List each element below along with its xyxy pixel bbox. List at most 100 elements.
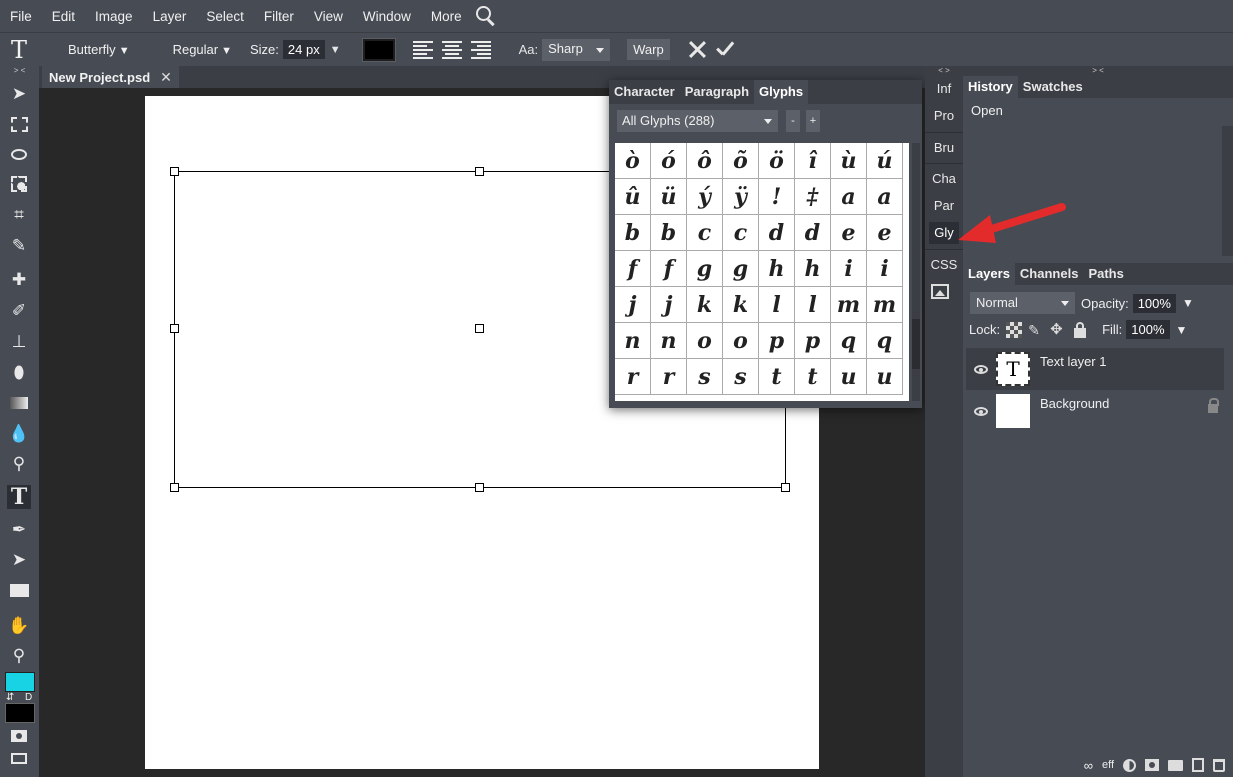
glyph-cell[interactable]: c — [723, 215, 759, 251]
antialias-select[interactable]: Sharp — [542, 38, 611, 61]
font-family-dropdown[interactable]: Butterfly ▼ — [68, 42, 130, 57]
link-icon[interactable]: ∞ — [1084, 758, 1093, 773]
lock-all-icon[interactable] — [1072, 321, 1088, 338]
info-panel-button[interactable]: Inf — [929, 78, 959, 100]
font-style-dropdown[interactable]: Regular ▼ — [173, 42, 232, 57]
transform-handle[interactable] — [170, 167, 179, 176]
type-tool-icon[interactable]: T — [7, 484, 31, 510]
glyph-cell[interactable]: j — [615, 287, 651, 323]
character-panel-button[interactable]: Cha — [929, 168, 959, 190]
glyph-cell[interactable]: n — [615, 323, 651, 359]
align-left-button[interactable] — [412, 40, 433, 59]
menu-filter[interactable]: Filter — [254, 9, 304, 24]
align-center-button[interactable] — [441, 40, 462, 59]
glyph-cell[interactable]: a — [867, 179, 903, 215]
swap-colors-icon[interactable]: ⇵ — [6, 692, 14, 703]
history-scrollbar[interactable] — [1222, 126, 1233, 256]
crop-tool-icon[interactable]: ⌗ — [7, 203, 31, 227]
glyph-cell[interactable]: r — [651, 359, 687, 395]
move-tool-icon[interactable]: ➤ — [7, 82, 31, 106]
new-layer-icon[interactable] — [1192, 758, 1204, 772]
glyph-set-select[interactable]: All Glyphs (288) — [617, 110, 778, 132]
document-tab[interactable]: New Project.psd ✕ — [42, 66, 179, 88]
layer-row[interactable]: Background — [966, 390, 1224, 432]
lock-paint-icon[interactable]: ✎ — [1028, 322, 1044, 338]
glyph-cell[interactable]: q — [831, 323, 867, 359]
tab-paths[interactable]: Paths — [1083, 263, 1128, 285]
hand-tool-icon[interactable]: ✋ — [7, 614, 31, 638]
background-color-swatch[interactable] — [5, 703, 35, 723]
glyph-cell[interactable]: ö — [759, 143, 795, 179]
pen-tool-icon[interactable]: ✒ — [7, 518, 31, 542]
lasso-tool-icon[interactable] — [7, 142, 31, 166]
transform-handle[interactable] — [781, 483, 790, 492]
warp-button[interactable]: Warp — [627, 39, 670, 60]
path-selection-tool-icon[interactable]: ➤ — [7, 548, 31, 572]
eye-icon[interactable] — [974, 364, 988, 374]
glyph-cell[interactable]: o — [723, 323, 759, 359]
dodge-tool-icon[interactable]: ⚲ — [7, 452, 31, 476]
lock-transparency-icon[interactable] — [1006, 321, 1023, 338]
adjustment-icon[interactable] — [1123, 758, 1136, 772]
glyph-cell[interactable]: i — [831, 251, 867, 287]
glyph-cell[interactable]: ó — [651, 143, 687, 179]
size-dropdown-icon[interactable]: ▼ — [330, 44, 341, 56]
glyph-cell[interactable]: s — [687, 359, 723, 395]
layer-row[interactable]: T Text layer 1 — [966, 348, 1224, 390]
transform-handle[interactable] — [475, 167, 484, 176]
quick-mask-icon[interactable] — [7, 724, 31, 748]
glyph-cell[interactable]: d — [795, 215, 831, 251]
font-size-input[interactable]: 24 px — [282, 40, 325, 59]
opacity-input[interactable]: 100% — [1132, 293, 1176, 313]
fill-input[interactable]: 100% — [1126, 320, 1170, 339]
glyph-cell[interactable]: j — [651, 287, 687, 323]
mask-icon[interactable] — [1145, 759, 1159, 771]
glyph-cell[interactable]: t — [759, 359, 795, 395]
mini-panels-collapse-toggle[interactable]: < > — [925, 66, 963, 76]
tab-paragraph[interactable]: Paragraph — [680, 80, 754, 104]
menu-more[interactable]: More — [421, 9, 472, 24]
menu-view[interactable]: View — [304, 9, 353, 24]
glyph-cell[interactable]: c — [687, 215, 723, 251]
menu-layer[interactable]: Layer — [143, 9, 197, 24]
glyph-cell[interactable]: f — [615, 251, 651, 287]
commit-check-icon[interactable] — [714, 39, 736, 61]
glyph-cell[interactable]: ù — [831, 143, 867, 179]
transform-handle[interactable] — [475, 324, 484, 333]
clone-stamp-tool-icon[interactable]: ⊥ — [7, 330, 31, 354]
tab-layers[interactable]: Layers — [963, 263, 1015, 285]
shape-tool-icon[interactable] — [7, 578, 31, 602]
menu-image[interactable]: Image — [85, 9, 143, 24]
glyph-cell[interactable]: ! — [759, 179, 795, 215]
close-icon[interactable]: ✕ — [160, 69, 172, 86]
glyph-cell[interactable]: g — [687, 251, 723, 287]
gradient-tool-icon[interactable] — [7, 391, 31, 415]
tab-swatches[interactable]: Swatches — [1018, 76, 1088, 98]
transform-handle[interactable] — [170, 324, 179, 333]
glyph-cell[interactable]: ô — [687, 143, 723, 179]
tab-glyphs[interactable]: Glyphs — [754, 80, 809, 104]
glyph-cell[interactable]: l — [795, 287, 831, 323]
glyph-cell[interactable]: n — [651, 323, 687, 359]
glyph-cell[interactable]: ‡ — [795, 179, 831, 215]
glyph-cell[interactable]: î — [795, 143, 831, 179]
scrollbar-thumb[interactable] — [912, 319, 920, 369]
glyph-cell[interactable]: e — [867, 215, 903, 251]
tab-channels[interactable]: Channels — [1015, 263, 1084, 285]
glyph-cell[interactable]: h — [795, 251, 831, 287]
zoom-in-glyphs-button[interactable]: + — [806, 110, 820, 132]
glyph-cell[interactable]: ò — [615, 143, 651, 179]
cancel-icon[interactable] — [686, 39, 708, 61]
zoom-out-glyphs-button[interactable]: - — [786, 110, 800, 132]
glyph-cell[interactable]: b — [615, 215, 651, 251]
menu-window[interactable]: Window — [353, 9, 421, 24]
text-color-swatch[interactable] — [361, 37, 396, 62]
glyph-cell[interactable]: m — [831, 287, 867, 323]
toolbar-collapse-toggle[interactable]: > < — [0, 66, 39, 76]
glyph-cell[interactable]: p — [759, 323, 795, 359]
fill-dropdown-icon[interactable]: ▼ — [1176, 323, 1188, 337]
brush-tool-icon[interactable]: ✐ — [7, 299, 31, 323]
glyph-cell[interactable]: d — [759, 215, 795, 251]
glyph-cell[interactable]: l — [759, 287, 795, 323]
glyph-cell[interactable]: a — [831, 179, 867, 215]
